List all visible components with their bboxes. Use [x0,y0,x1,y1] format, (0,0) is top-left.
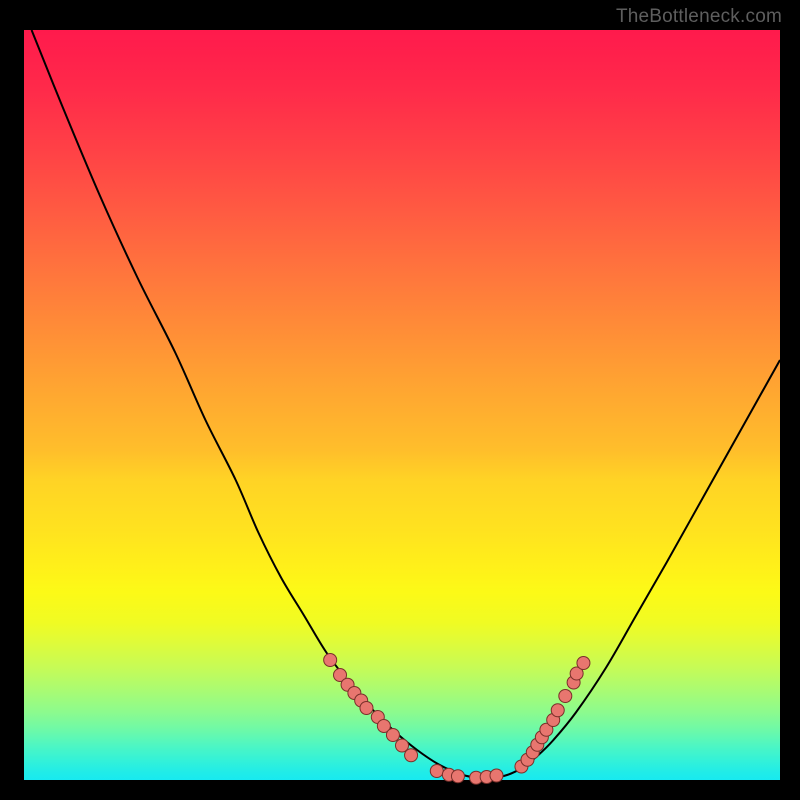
chart-stage: { "watermark": { "text": "TheBottleneck.… [0,0,800,800]
plot-gradient-area [24,30,780,780]
watermark-text: TheBottleneck.com [616,6,782,28]
